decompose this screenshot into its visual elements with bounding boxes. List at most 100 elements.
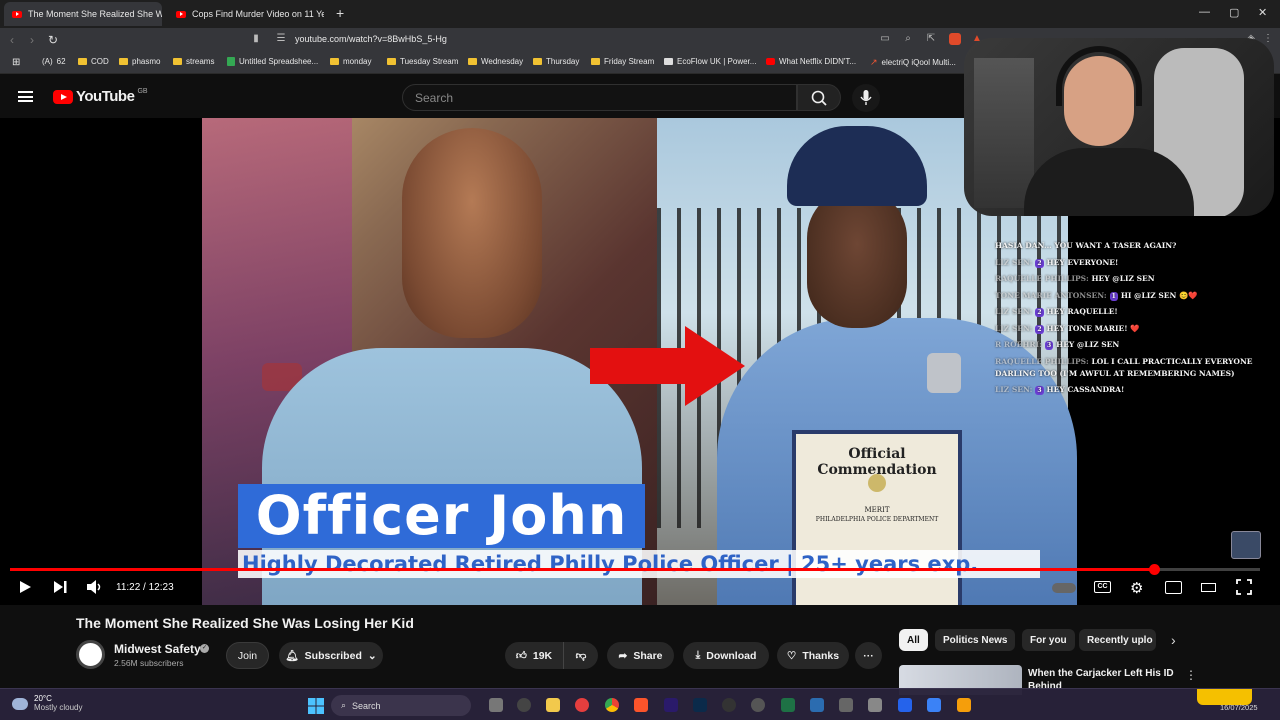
zoom-icon[interactable]: ⌕ [902,33,914,45]
file-explorer-icon[interactable] [546,698,560,712]
bookmark-icon[interactable]: ▮ [250,33,262,45]
close-window-icon[interactable]: ✕ [1258,6,1267,19]
premiere-icon[interactable] [664,698,678,712]
weather-widget[interactable]: 20°C Mostly cloudy [12,694,82,713]
bookmark-item[interactable]: Untitled Spreadshee... [227,57,318,66]
channel-name[interactable]: Midwest Safety [114,642,201,656]
chat-badge-icon: 3 [1044,341,1054,350]
share-page-icon[interactable]: ⇱ [925,33,937,45]
search-button[interactable] [797,84,841,111]
url-field[interactable]: youtube.com/watch?v=8BwHbS_5-Hg [295,34,447,44]
app-icon[interactable] [868,698,882,712]
photoshop-icon[interactable] [693,698,707,712]
next-icon[interactable] [52,579,68,595]
thanks-button[interactable]: ♡ Thanks [777,642,849,669]
chip-recently-uploaded[interactable]: Recently uplo [1079,629,1156,651]
channel-watermark-icon[interactable] [1231,531,1261,559]
fullscreen-icon[interactable] [1236,579,1252,595]
app-icon[interactable] [575,698,589,712]
captions-icon[interactable]: CC [1094,581,1111,593]
bookmark-item[interactable]: EcoFlow UK | Power... [664,57,756,66]
play-icon[interactable] [18,579,32,595]
browser-tab-bar: The Moment She Realized She W ✕ Cops Fin… [0,0,1280,28]
more-vertical-icon[interactable]: ⋮ [1185,668,1197,682]
like-button[interactable]: 👍︎ 19K [505,642,563,669]
bookmark-item[interactable]: What Netflix DIDN'T... [766,57,856,66]
bookmark-folder[interactable]: Thursday [533,57,579,66]
brave-shield-icon[interactable] [949,33,961,45]
excel-icon[interactable] [781,698,795,712]
download-button[interactable]: ⤓ Download [683,642,769,669]
taskbar-search[interactable]: ⌕ Search [331,695,471,716]
join-button[interactable]: Join [226,642,269,669]
app-icon[interactable] [810,698,824,712]
certificate-dept: PHILADELPHIA POLICE DEPARTMENT [815,516,939,523]
bookmark-folder[interactable]: Friday Stream [591,57,654,66]
site-info-icon[interactable]: ☰ [275,33,287,45]
forward-icon[interactable]: › [30,33,34,47]
app-icon[interactable] [927,698,941,712]
guide-menu-icon[interactable] [18,91,33,102]
steam-icon[interactable] [751,698,765,712]
windows-taskbar: 20°C Mostly cloudy ⌕ Search 16/07/2025 [0,688,1280,720]
menu-icon[interactable]: ⋮ [1262,33,1274,45]
reload-icon[interactable]: ↻ [48,33,58,47]
channel-avatar[interactable] [76,640,105,669]
super-thanks-icon: ♡ [786,649,797,662]
folder-icon [591,58,600,65]
chat-username: LIZ SEN: [995,323,1033,333]
task-view-icon[interactable] [489,698,503,712]
progress-fill [10,568,1154,571]
vlc-icon[interactable] [957,698,971,712]
theater-mode-icon[interactable] [1201,583,1216,592]
bookmark-folder[interactable]: monday [330,57,371,66]
cast-icon[interactable]: ▭ [879,33,891,45]
back-icon[interactable]: ‹ [10,33,14,47]
obs-icon[interactable] [517,698,531,712]
app-icon[interactable] [839,698,853,712]
chrome-icon[interactable] [605,698,619,712]
bookmark-folder[interactable]: Tuesday Stream [387,57,458,66]
apps-icon[interactable]: ⊞ [12,57,20,68]
subscribed-button[interactable]: 🔔︎ Subscribed ⌄ [279,642,383,669]
4k-downloader-icon[interactable] [722,698,736,712]
chevron-right-icon[interactable]: › [1171,632,1176,648]
bookmark-folder[interactable]: phasmo [119,57,160,66]
browser-tab[interactable]: Cops Find Murder Video on 11 Year ✕ [168,2,324,26]
bookmark-folder[interactable]: streams [173,57,214,66]
search-icon [811,90,827,106]
miniplayer-icon[interactable] [1165,581,1182,594]
autoplay-toggle[interactable] [1052,583,1076,593]
chip-politics-news[interactable]: Politics News [935,629,1016,651]
browser-tab-active[interactable]: The Moment She Realized She W ✕ [4,2,162,26]
video-title: The Moment She Realized She Was Losing H… [76,615,414,631]
chat-text: HEY EVERYONE! [1046,257,1119,267]
voice-search-button[interactable] [852,84,880,112]
chip-all[interactable]: All [899,629,928,651]
thumbs-down-icon: 👎︎ [575,650,587,662]
maximize-icon[interactable]: ▢ [1229,6,1239,19]
new-tab-button[interactable]: + [336,5,344,21]
progress-bar[interactable] [10,564,1260,575]
officer-head [807,188,907,328]
settings-gear-icon[interactable]: ⚙ [1130,579,1143,597]
bookmark-folder[interactable]: COD [78,57,109,66]
app-icon[interactable] [898,698,912,712]
more-actions-button[interactable]: ··· [855,642,882,669]
bookmark-folder[interactable]: Wednesday [468,57,523,66]
bookmark-label: monday [343,57,372,66]
bookmark-item[interactable]: (A) 62 [42,57,66,66]
search-input[interactable] [403,85,796,110]
scrubber-knob[interactable] [1148,564,1160,575]
windows-start-icon[interactable] [308,698,324,714]
brave-icon[interactable] [634,698,648,712]
chat-badge-icon: 2 [1035,258,1044,268]
bookmark-item[interactable]: ↗ electriQ iQool Multi... [870,57,956,68]
chip-for-you[interactable]: For you [1022,629,1075,651]
share-button[interactable]: ➦ Share [607,642,674,669]
minimize-icon[interactable]: — [1199,6,1210,18]
volume-icon[interactable] [86,579,104,595]
chat-text: HEY CASSANDRA! [1046,384,1125,394]
youtube-logo[interactable]: YouTube GB [53,88,148,105]
dislike-button[interactable]: 👎︎ [563,642,598,669]
